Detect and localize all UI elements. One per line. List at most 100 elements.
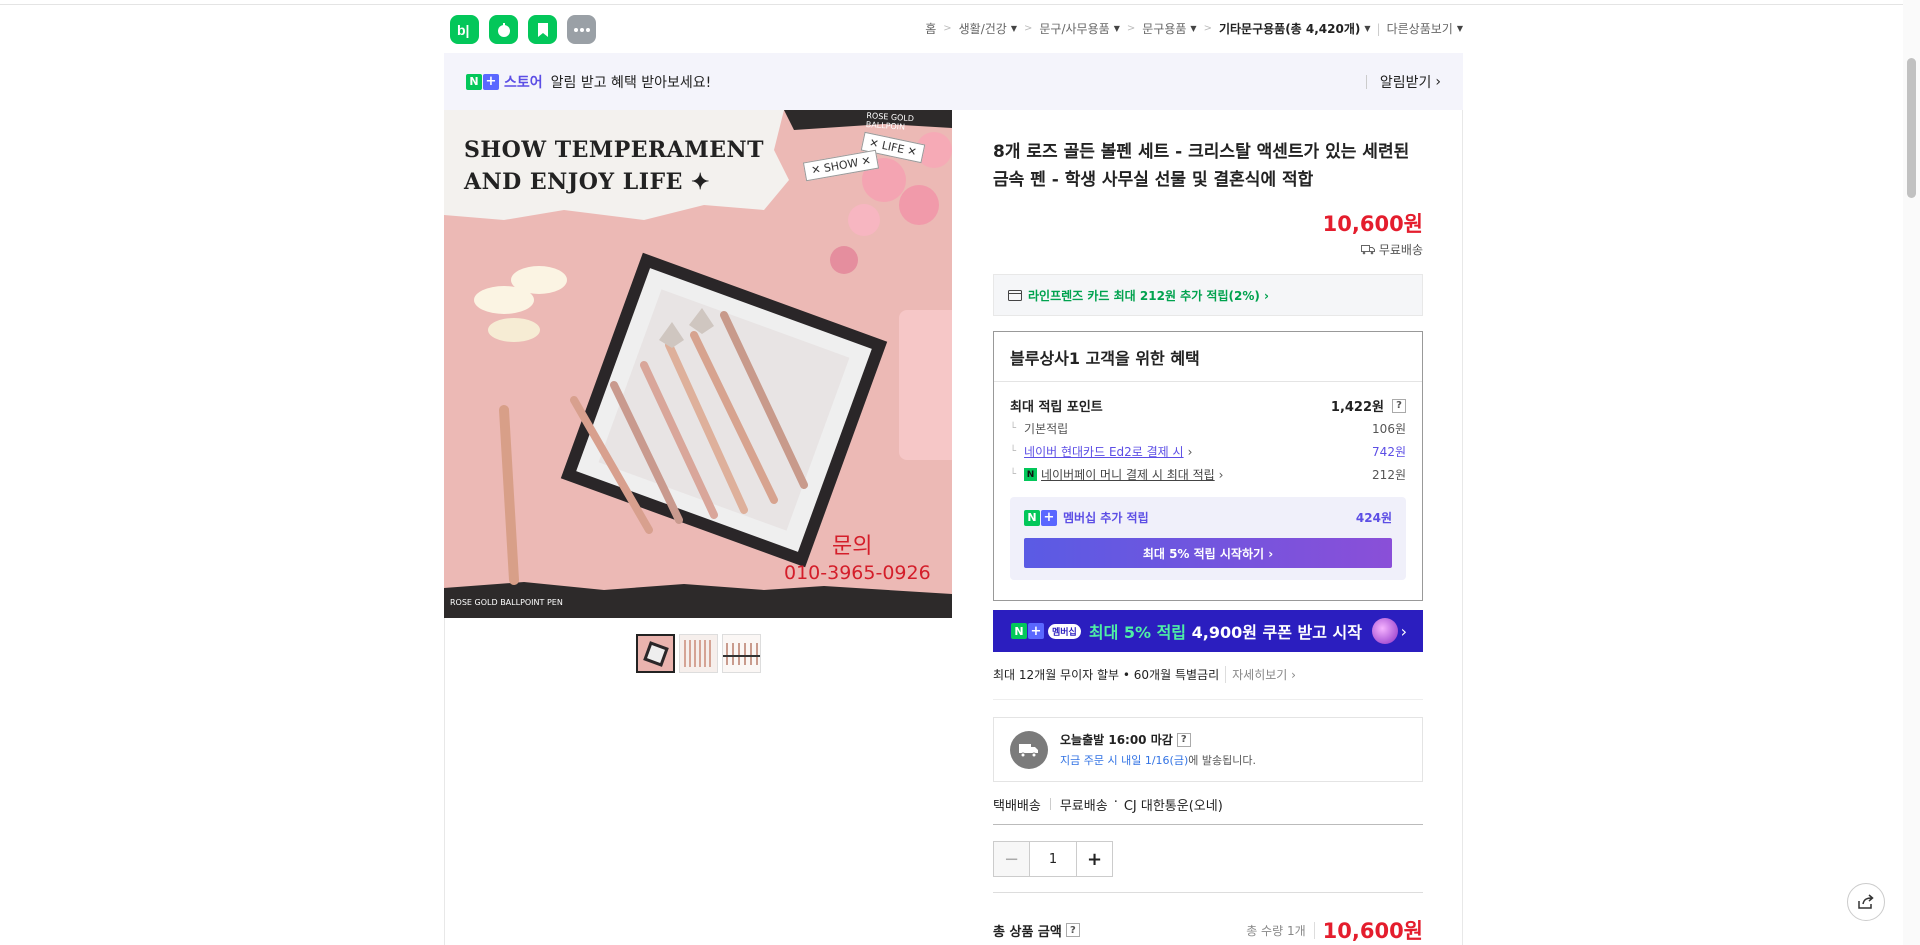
headline-2: AND ENJOY LIFE ✦ — [464, 169, 710, 195]
total-count: 총 수량 1개 — [1246, 921, 1315, 939]
membership-tag: 멤버십 — [1048, 623, 1081, 639]
benefit-box: 블루상사1 고객을 위한 혜택 최대 적립 포인트 1,422원? └ 기본적립 … — [993, 331, 1423, 601]
shipping-method-label: 택배배송 — [993, 799, 1041, 814]
breadcrumb-cat4[interactable]: 기타문구용품(총 4,420개) — [1219, 20, 1360, 37]
max-points-row: 최대 적립 포인트 1,422원? — [1010, 396, 1406, 415]
page-scrollbar[interactable] — [1903, 0, 1920, 945]
quantity-value[interactable]: 1 — [1030, 842, 1076, 876]
breadcrumb-cat2[interactable]: 문구/사무용품 — [1039, 20, 1109, 37]
breadcrumb-cat1[interactable]: 생활/건강 — [959, 20, 1007, 37]
phone-number: 010-3965-0926 — [784, 562, 931, 584]
other-products-link[interactable]: 다른상품보기 — [1387, 20, 1453, 37]
promo-rest: 4,900원 쿠폰 받고 시작 — [1186, 623, 1362, 642]
naver-plus-logo: N + — [1011, 623, 1044, 639]
shipping-fee: 무료배송 — [1059, 799, 1108, 814]
naver-plus-logo: N + — [1024, 509, 1057, 526]
breadcrumb-home[interactable]: 홈 — [925, 20, 936, 37]
share-button[interactable] — [1847, 883, 1885, 921]
caret-down-icon[interactable]: ▼ — [1457, 24, 1463, 33]
chevron-right-icon: › — [1218, 467, 1224, 482]
minus-button[interactable]: − — [994, 842, 1030, 876]
card-points-link[interactable]: 네이버 현대카드 Ed2로 결제 시 — [1024, 443, 1184, 460]
max-points-label: 최대 적립 포인트 — [1010, 400, 1103, 415]
basic-value: 106원 — [1372, 422, 1406, 436]
promo-highlight: 최대 5% 적립 — [1088, 623, 1187, 642]
thumbnail-3[interactable] — [722, 634, 761, 673]
membership-value: 424원 — [1355, 511, 1392, 525]
today-shipping-box: 오늘출발 16:00 마감? 지금 주문 시 내일 1/16(금)에 발송됩니다… — [993, 717, 1423, 782]
shipping-deadline: 오늘출발 16:00 마감 — [1060, 733, 1173, 747]
product-price: 10,600원 — [1322, 212, 1423, 236]
truck-icon — [1010, 730, 1048, 769]
store-word: 스토어 — [504, 74, 543, 91]
caret-down-icon[interactable]: ▼ — [1114, 24, 1120, 33]
chevron-right-icon: > — [1203, 23, 1212, 34]
share-icon — [1858, 894, 1874, 909]
installment-info: 최대 12개월 무이자 할부 • 60개월 특별금리 자세히보기 › — [993, 666, 1423, 700]
bookmark-icon[interactable] — [528, 15, 557, 44]
help-icon[interactable]: ? — [1065, 923, 1080, 937]
delivery-info: 무료배송 — [1360, 241, 1423, 258]
caret-down-icon[interactable]: ▼ — [1364, 24, 1370, 33]
chevron-right-icon: › — [1400, 621, 1407, 641]
npay-value: 212원 — [1372, 468, 1406, 482]
thumbnail-2[interactable] — [679, 634, 718, 673]
divider — [993, 892, 1423, 893]
delivery-label: 무료배송 — [1378, 243, 1423, 257]
total-amount: 10,600원 — [1322, 919, 1423, 943]
chevron-right-icon: > — [1024, 23, 1033, 34]
npay-points-link[interactable]: 네이버페이 머니 결제 시 최대 적립 — [1041, 466, 1215, 483]
scrollbar-thumb[interactable] — [1907, 58, 1916, 198]
membership-label: 멤버십 추가 적립 — [1063, 511, 1149, 525]
membership-row: N + 멤버십 추가 적립 424원 — [1024, 509, 1392, 526]
card-value: 742원 — [1372, 445, 1406, 459]
membership-promo-banner[interactable]: N + 멤버십 최대 5% 적립 4,900원 쿠폰 받고 시작 › — [993, 610, 1423, 652]
chevron-right-icon: › — [1435, 74, 1441, 90]
shipping-sub: 에 발송됩니다. — [1188, 754, 1256, 767]
bottom-strip-text: ROSE GOLD BALLPOINT PEN — [450, 598, 563, 607]
svg-text:b|: b| — [457, 22, 469, 38]
card-points-row: └ 네이버 현대카드 Ed2로 결제 시 › 742원 — [1010, 443, 1406, 460]
alarm-label: 알림받기 — [1379, 75, 1432, 91]
benefit-heading: 블루상사1 고객을 위한 혜택 — [994, 332, 1422, 382]
membership-panel: N + 멤버십 추가 적립 424원 최대 5% 적립 시작하기 › — [1010, 497, 1406, 580]
caret-down-icon[interactable]: ▼ — [1190, 24, 1196, 33]
basic-points-row: └ 기본적립 106원 — [1010, 422, 1406, 436]
chevron-right-icon: > — [1126, 23, 1136, 34]
basic-label: 기본적립 — [1024, 422, 1069, 436]
membership-start-button[interactable]: 최대 5% 적립 시작하기 › — [1024, 538, 1392, 568]
max-points-value: 1,422원 — [1330, 400, 1384, 415]
total-row: 총 상품 금액? 총 수량 1개 10,600원 — [993, 915, 1423, 945]
npay-points-row: └ N 네이버페이 머니 결제 시 최대 적립 › 212원 — [1010, 466, 1406, 483]
product-main-image[interactable]: SHOW TEMPERAMENT AND ENJOY LIFE ✦ ✕ LIFE… — [444, 110, 952, 618]
card-offer[interactable]: 라인프렌즈 카드 최대 212원 추가 적립(2%) › — [993, 274, 1423, 316]
thumbnail-1[interactable] — [636, 634, 675, 673]
more-icon[interactable] — [567, 15, 596, 44]
headline-1: SHOW TEMPERAMENT — [464, 137, 764, 163]
chevron-right-icon: › — [1187, 444, 1193, 459]
product-title: 8개 로즈 골든 볼펜 세트 - 크리스탈 액센트가 있는 세련된 금속 펜 -… — [993, 142, 1410, 190]
plus-button[interactable]: + — [1076, 842, 1112, 876]
coupon-orb-icon — [1371, 618, 1398, 644]
inquiry-label: 문의 — [832, 534, 873, 559]
breadcrumb: 홈 > 생활/건강 ▼ > 문구/사무용품 ▼ > 문구용품 ▼ > 기타문구용품(총… — [925, 20, 1463, 37]
quantity-stepper: − 1 + — [993, 841, 1113, 877]
naver-plus-logo: N + — [466, 73, 499, 90]
shipping-date: 지금 주문 시 내일 1/16(금) — [1060, 754, 1189, 767]
help-icon[interactable]: ? — [1392, 398, 1406, 413]
alarm-button[interactable]: 알림받기 › — [1365, 72, 1441, 92]
npay-icon: N — [1024, 468, 1038, 481]
total-label: 총 상품 금액 — [993, 924, 1062, 940]
breadcrumb-cat3[interactable]: 문구용품 — [1142, 20, 1186, 37]
truck-icon — [1360, 245, 1375, 255]
chevron-right-icon: > — [943, 23, 952, 34]
thumbnail-list — [636, 634, 761, 673]
help-icon[interactable]: ? — [1176, 732, 1191, 747]
caret-down-icon[interactable]: ▼ — [1011, 24, 1017, 33]
card-icon — [1008, 289, 1022, 301]
blog-icon[interactable]: b| — [450, 15, 479, 44]
card-offer-text: 라인프렌즈 카드 최대 212원 추가 적립(2%) › — [1028, 288, 1269, 303]
apple-icon[interactable] — [489, 15, 518, 44]
shipping-method: 택배배송 무료배송 · CJ 대한통운(오네) — [993, 795, 1423, 825]
installment-more-link[interactable]: 자세히보기 › — [1225, 666, 1296, 683]
